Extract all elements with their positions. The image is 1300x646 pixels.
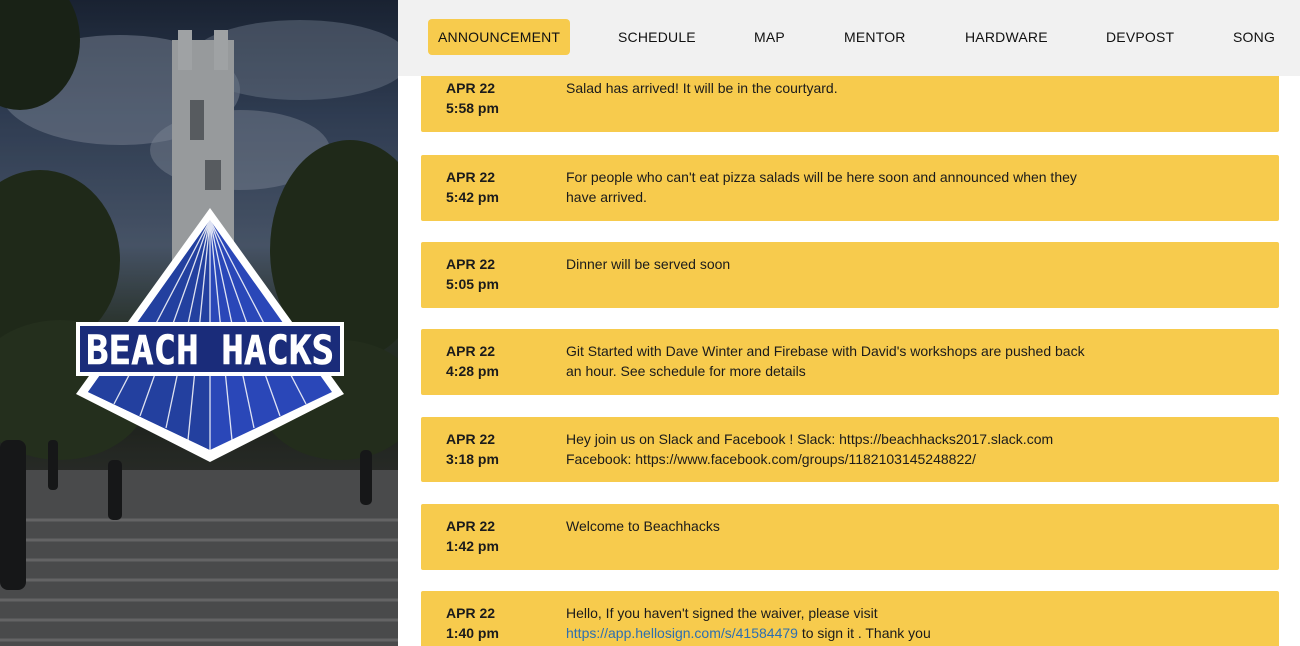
announcement-time: 5:42 pm xyxy=(446,189,499,205)
nav-hardware[interactable]: HARDWARE xyxy=(955,19,1058,55)
announcement-card: APR 22 4:28 pm Git Started with Dave Win… xyxy=(421,329,1279,395)
beach-hacks-logo: BEACH HACKS xyxy=(76,208,344,462)
announcement-timestamp: APR 22 5:58 pm xyxy=(446,78,556,118)
announcement-message-tail: to sign it . Thank you xyxy=(797,625,931,641)
main-content: APR 22 5:58 pm Salad has arrived! It wil… xyxy=(398,0,1300,646)
announcement-card: APR 22 5:42 pm For people who can't eat … xyxy=(421,155,1279,221)
announcement-timestamp: APR 22 3:18 pm xyxy=(446,429,556,469)
announcement-message: For people who can't eat pizza salads wi… xyxy=(566,169,1077,205)
announcement-time: 1:40 pm xyxy=(446,625,499,641)
announcement-message: Git Started with Dave Winter and Firebas… xyxy=(566,343,1085,379)
nav-announcement[interactable]: ANNOUNCEMENT xyxy=(428,19,571,55)
announcement-card: APR 22 3:18 pm Hey join us on Slack and … xyxy=(421,417,1279,482)
announcement-time: 1:42 pm xyxy=(446,538,499,554)
announcement-message-line: Hello, If you haven't signed the waiver,… xyxy=(566,605,878,621)
announcement-timestamp: APR 22 4:28 pm xyxy=(446,341,556,381)
nav-song[interactable]: SONG xyxy=(1223,19,1285,55)
announcement-timestamp: APR 22 1:42 pm xyxy=(446,516,556,556)
announcement-card: APR 22 1:42 pm Welcome to Beachhacks xyxy=(421,504,1279,570)
announcement-date: APR 22 xyxy=(446,80,496,96)
hero-panel: BEACH HACKS xyxy=(0,0,398,646)
announcement-message: Dinner will be served soon xyxy=(566,256,731,272)
waiver-link[interactable]: https://app.hellosign.com/s/41584479 xyxy=(566,625,798,641)
announcement-message: Hey join us on Slack and Facebook ! Slac… xyxy=(566,429,1186,469)
announcement-message: Salad has arrived! It will be in the cou… xyxy=(566,80,838,96)
announcement-time: 5:05 pm xyxy=(446,276,499,292)
announcement-message: Welcome to Beachhacks xyxy=(566,518,720,534)
announcement-date: APR 22 xyxy=(446,256,496,272)
announcement-timestamp: APR 22 5:42 pm xyxy=(446,167,556,207)
announcement-message-line: Hey join us on Slack and Facebook ! Slac… xyxy=(566,431,1054,447)
nav-devpost[interactable]: DEVPOST xyxy=(1096,19,1184,55)
announcement-date: APR 22 xyxy=(446,343,496,359)
announcement-date: APR 22 xyxy=(446,169,496,185)
announcement-message-line: https://app.hellosign.com/s/41584479 to … xyxy=(566,623,1086,643)
nav-schedule[interactable]: SCHEDULE xyxy=(608,19,706,55)
announcement-message-line: Facebook: https://www.facebook.com/group… xyxy=(566,451,976,467)
nav-mentor[interactable]: MENTOR xyxy=(834,19,916,55)
announcement-time: 3:18 pm xyxy=(446,451,499,467)
announcement-card: APR 22 5:05 pm Dinner will be served soo… xyxy=(421,242,1279,308)
announcement-time: 4:28 pm xyxy=(446,363,499,379)
announcement-time: 5:58 pm xyxy=(446,100,499,116)
logo-text: BEACH HACKS xyxy=(86,328,334,374)
announcement-card: APR 22 1:40 pm Hello, If you haven't sig… xyxy=(421,591,1279,646)
announcement-timestamp: APR 22 5:05 pm xyxy=(446,254,556,294)
announcement-date: APR 22 xyxy=(446,518,496,534)
nav-map[interactable]: MAP xyxy=(744,19,795,55)
announcement-date: APR 22 xyxy=(446,431,496,447)
announcement-date: APR 22 xyxy=(446,605,496,621)
top-nav: ANNOUNCEMENT SCHEDULE MAP MENTOR HARDWAR… xyxy=(398,0,1300,76)
announcement-message: Hello, If you haven't signed the waiver,… xyxy=(566,603,1086,643)
announcement-timestamp: APR 22 1:40 pm xyxy=(446,603,556,643)
